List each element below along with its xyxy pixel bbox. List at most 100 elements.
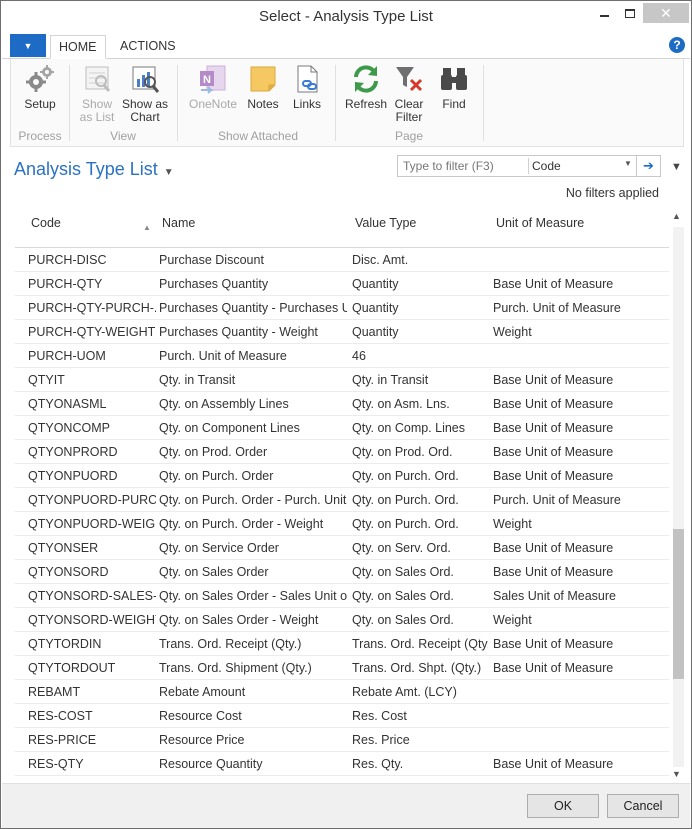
show-as-list-button[interactable]: Show as List [75, 63, 119, 124]
table-row[interactable]: RES-COST Resource Cost Res. Cost [15, 704, 669, 728]
minimize-button[interactable] [591, 3, 617, 23]
unit-of-measure-cell: Base Unit of Measure [493, 565, 614, 579]
onenote-icon: N [200, 65, 226, 94]
find-label: Find [442, 97, 466, 111]
name-cell: Qty. on Sales Order [159, 565, 269, 579]
table-row[interactable]: QTYONPUORD-PURC... Qty. on Purch. Order -… [15, 488, 669, 512]
ok-button[interactable]: OK [527, 794, 599, 818]
clear-filter-button[interactable]: Clear Filter [391, 63, 427, 124]
ribbon-separator [335, 65, 336, 141]
filter-field-select[interactable]: Code [532, 159, 622, 173]
table-row[interactable]: QTYTORDIN Trans. Ord. Receipt (Qty.) Trans… [15, 632, 669, 656]
close-icon: ✕ [660, 4, 672, 21]
table-row[interactable]: QTYONCOMP Qty. on Component Lines Qty. on … [15, 416, 669, 440]
filter-input[interactable] [398, 156, 526, 176]
table-row[interactable]: PURCH-QTY Purchases Quantity Quantity Base … [15, 272, 669, 296]
tab-actions[interactable]: ACTIONS [112, 35, 184, 59]
code-cell: PURCH-QTY-WEIGHT [28, 325, 156, 339]
column-header-code[interactable]: Code [31, 216, 61, 230]
cancel-button[interactable]: Cancel [607, 794, 679, 818]
setup-label: Setup [24, 97, 56, 111]
code-cell: QTYIT [28, 373, 65, 387]
scroll-up-icon[interactable]: ▲ [672, 211, 681, 221]
unit-of-measure-cell: Base Unit of Measure [493, 277, 614, 291]
code-cell: QTYONPRORD [28, 445, 118, 459]
unit-of-measure-cell: Base Unit of Measure [493, 421, 614, 435]
code-cell: QTYONSORD [28, 565, 109, 579]
show-as-chart-button[interactable]: Show as Chart [119, 63, 171, 124]
list-view-icon [85, 66, 111, 92]
grid-body: PURCH-DISC Purchase Discount Disc. Amt. PUR… [15, 248, 669, 781]
group-label-view: View [110, 129, 136, 143]
table-row[interactable]: QTYONSORD-SALES-... Qty. on Sales Order -… [15, 584, 669, 608]
maximize-button[interactable] [617, 3, 643, 23]
close-button[interactable]: ✕ [643, 3, 689, 23]
tab-home[interactable]: HOME [50, 35, 106, 59]
column-header-name[interactable]: Name [162, 216, 195, 230]
group-label-process: Process [18, 129, 62, 143]
show-as-chart-label: Show as Chart [121, 97, 169, 124]
value-type-cell: Qty. on Serv. Ord. [352, 541, 451, 555]
table-row[interactable]: RES-PRICE Resource Price Res. Price [15, 728, 669, 752]
onenote-button[interactable]: N OneNote [185, 63, 241, 111]
code-cell: QTYONPUORD-WEIG... [28, 517, 156, 531]
column-header-unit-of-measure[interactable]: Unit of Measure [496, 216, 584, 230]
notes-button[interactable]: Notes [243, 63, 283, 111]
table-row[interactable]: REBAMT Rebate Amount Rebate Amt. (LCY) [15, 680, 669, 704]
value-type-cell: 46 [352, 349, 366, 363]
dropdown-arrow-icon[interactable]: ▼ [624, 159, 632, 168]
help-icon[interactable]: ? [669, 37, 685, 53]
name-cell: Purchases Quantity - Purchases Un... [159, 301, 347, 315]
apply-filter-arrow-icon[interactable]: ➔ [636, 156, 660, 176]
value-type-cell: Qty. on Prod. Ord. [352, 445, 453, 459]
table-row[interactable]: PURCH-QTY-PURCH-... Purchases Quantity - … [15, 296, 669, 320]
note-icon [250, 66, 276, 92]
value-type-cell: Quantity [352, 277, 399, 291]
onenote-label: OneNote [188, 97, 238, 111]
name-cell: Purchases Quantity [159, 277, 269, 291]
table-row[interactable]: PURCH-QTY-WEIGHT Purchases Quantity - Wei… [15, 320, 669, 344]
page-title[interactable]: Analysis Type List ▼ [14, 159, 174, 180]
table-row[interactable]: PURCH-UOM Purch. Unit of Measure 46 [15, 344, 669, 368]
value-type-cell: Qty. on Sales Ord. [352, 589, 454, 603]
table-row[interactable]: QTYONPRORD Qty. on Prod. Order Qty. on Pro… [15, 440, 669, 464]
unit-of-measure-cell: Base Unit of Measure [493, 637, 614, 651]
code-cell: PURCH-QTY [28, 277, 103, 291]
scroll-down-icon[interactable]: ▼ [672, 769, 681, 779]
setup-button[interactable]: Setup [15, 63, 65, 111]
table-row[interactable]: QTYONSORD-WEIGHT Qty. on Sales Order - We… [15, 608, 669, 632]
table-row[interactable]: PURCH-DISC Purchase Discount Disc. Amt. [15, 248, 669, 272]
unit-of-measure-cell: Sales Unit of Measure [493, 589, 616, 603]
value-type-cell: Quantity [352, 301, 399, 315]
column-header-value-type[interactable]: Value Type [355, 216, 416, 230]
table-row[interactable]: QTYONPUORD-WEIG... Qty. on Purch. Order -… [15, 512, 669, 536]
clear-filter-label: Clear Filter [394, 97, 424, 124]
refresh-icon [354, 65, 378, 93]
links-button[interactable]: Links [287, 63, 327, 111]
name-cell: Qty. on Purch. Order - Weight [159, 517, 324, 531]
table-row[interactable]: QTYTORDOUT Trans. Ord. Shipment (Qty.) Tra… [15, 656, 669, 680]
name-cell: Rebate Amount [159, 685, 246, 699]
app-menu-button[interactable]: ▼ [10, 34, 46, 57]
name-cell: Resource Quantity [159, 757, 263, 771]
refresh-button[interactable]: Refresh [341, 63, 391, 111]
value-type-cell: Rebate Amt. (LCY) [352, 685, 457, 699]
vertical-scrollbar[interactable] [673, 227, 684, 767]
table-row[interactable]: QTYIT Qty. in Transit Qty. in Transit Base … [15, 368, 669, 392]
unit-of-measure-cell: Base Unit of Measure [493, 757, 614, 771]
table-row[interactable]: QTYONASML Qty. on Assembly Lines Qty. on A… [15, 392, 669, 416]
refresh-label: Refresh [344, 97, 388, 111]
collapse-chevron-icon[interactable]: ▼ [671, 161, 682, 173]
unit-of-measure-cell: Weight [493, 613, 532, 627]
maximize-icon [625, 8, 635, 18]
group-label-page: Page [394, 129, 424, 143]
find-button[interactable]: Find [435, 63, 473, 111]
table-row[interactable]: QTYONSORD Qty. on Sales Order Qty. on Sale… [15, 560, 669, 584]
name-cell: Purchases Quantity - Weight [159, 325, 318, 339]
scrollbar-thumb[interactable] [673, 529, 684, 679]
table-row[interactable]: QTYONSER Qty. on Service Order Qty. on Ser… [15, 536, 669, 560]
binoculars-icon [441, 68, 467, 90]
name-cell: Qty. on Purch. Order [159, 469, 274, 483]
table-row[interactable]: QTYONPUORD Qty. on Purch. Order Qty. on Pu… [15, 464, 669, 488]
table-row[interactable]: RES-QTY Resource Quantity Res. Qty. Base Un… [15, 752, 669, 776]
